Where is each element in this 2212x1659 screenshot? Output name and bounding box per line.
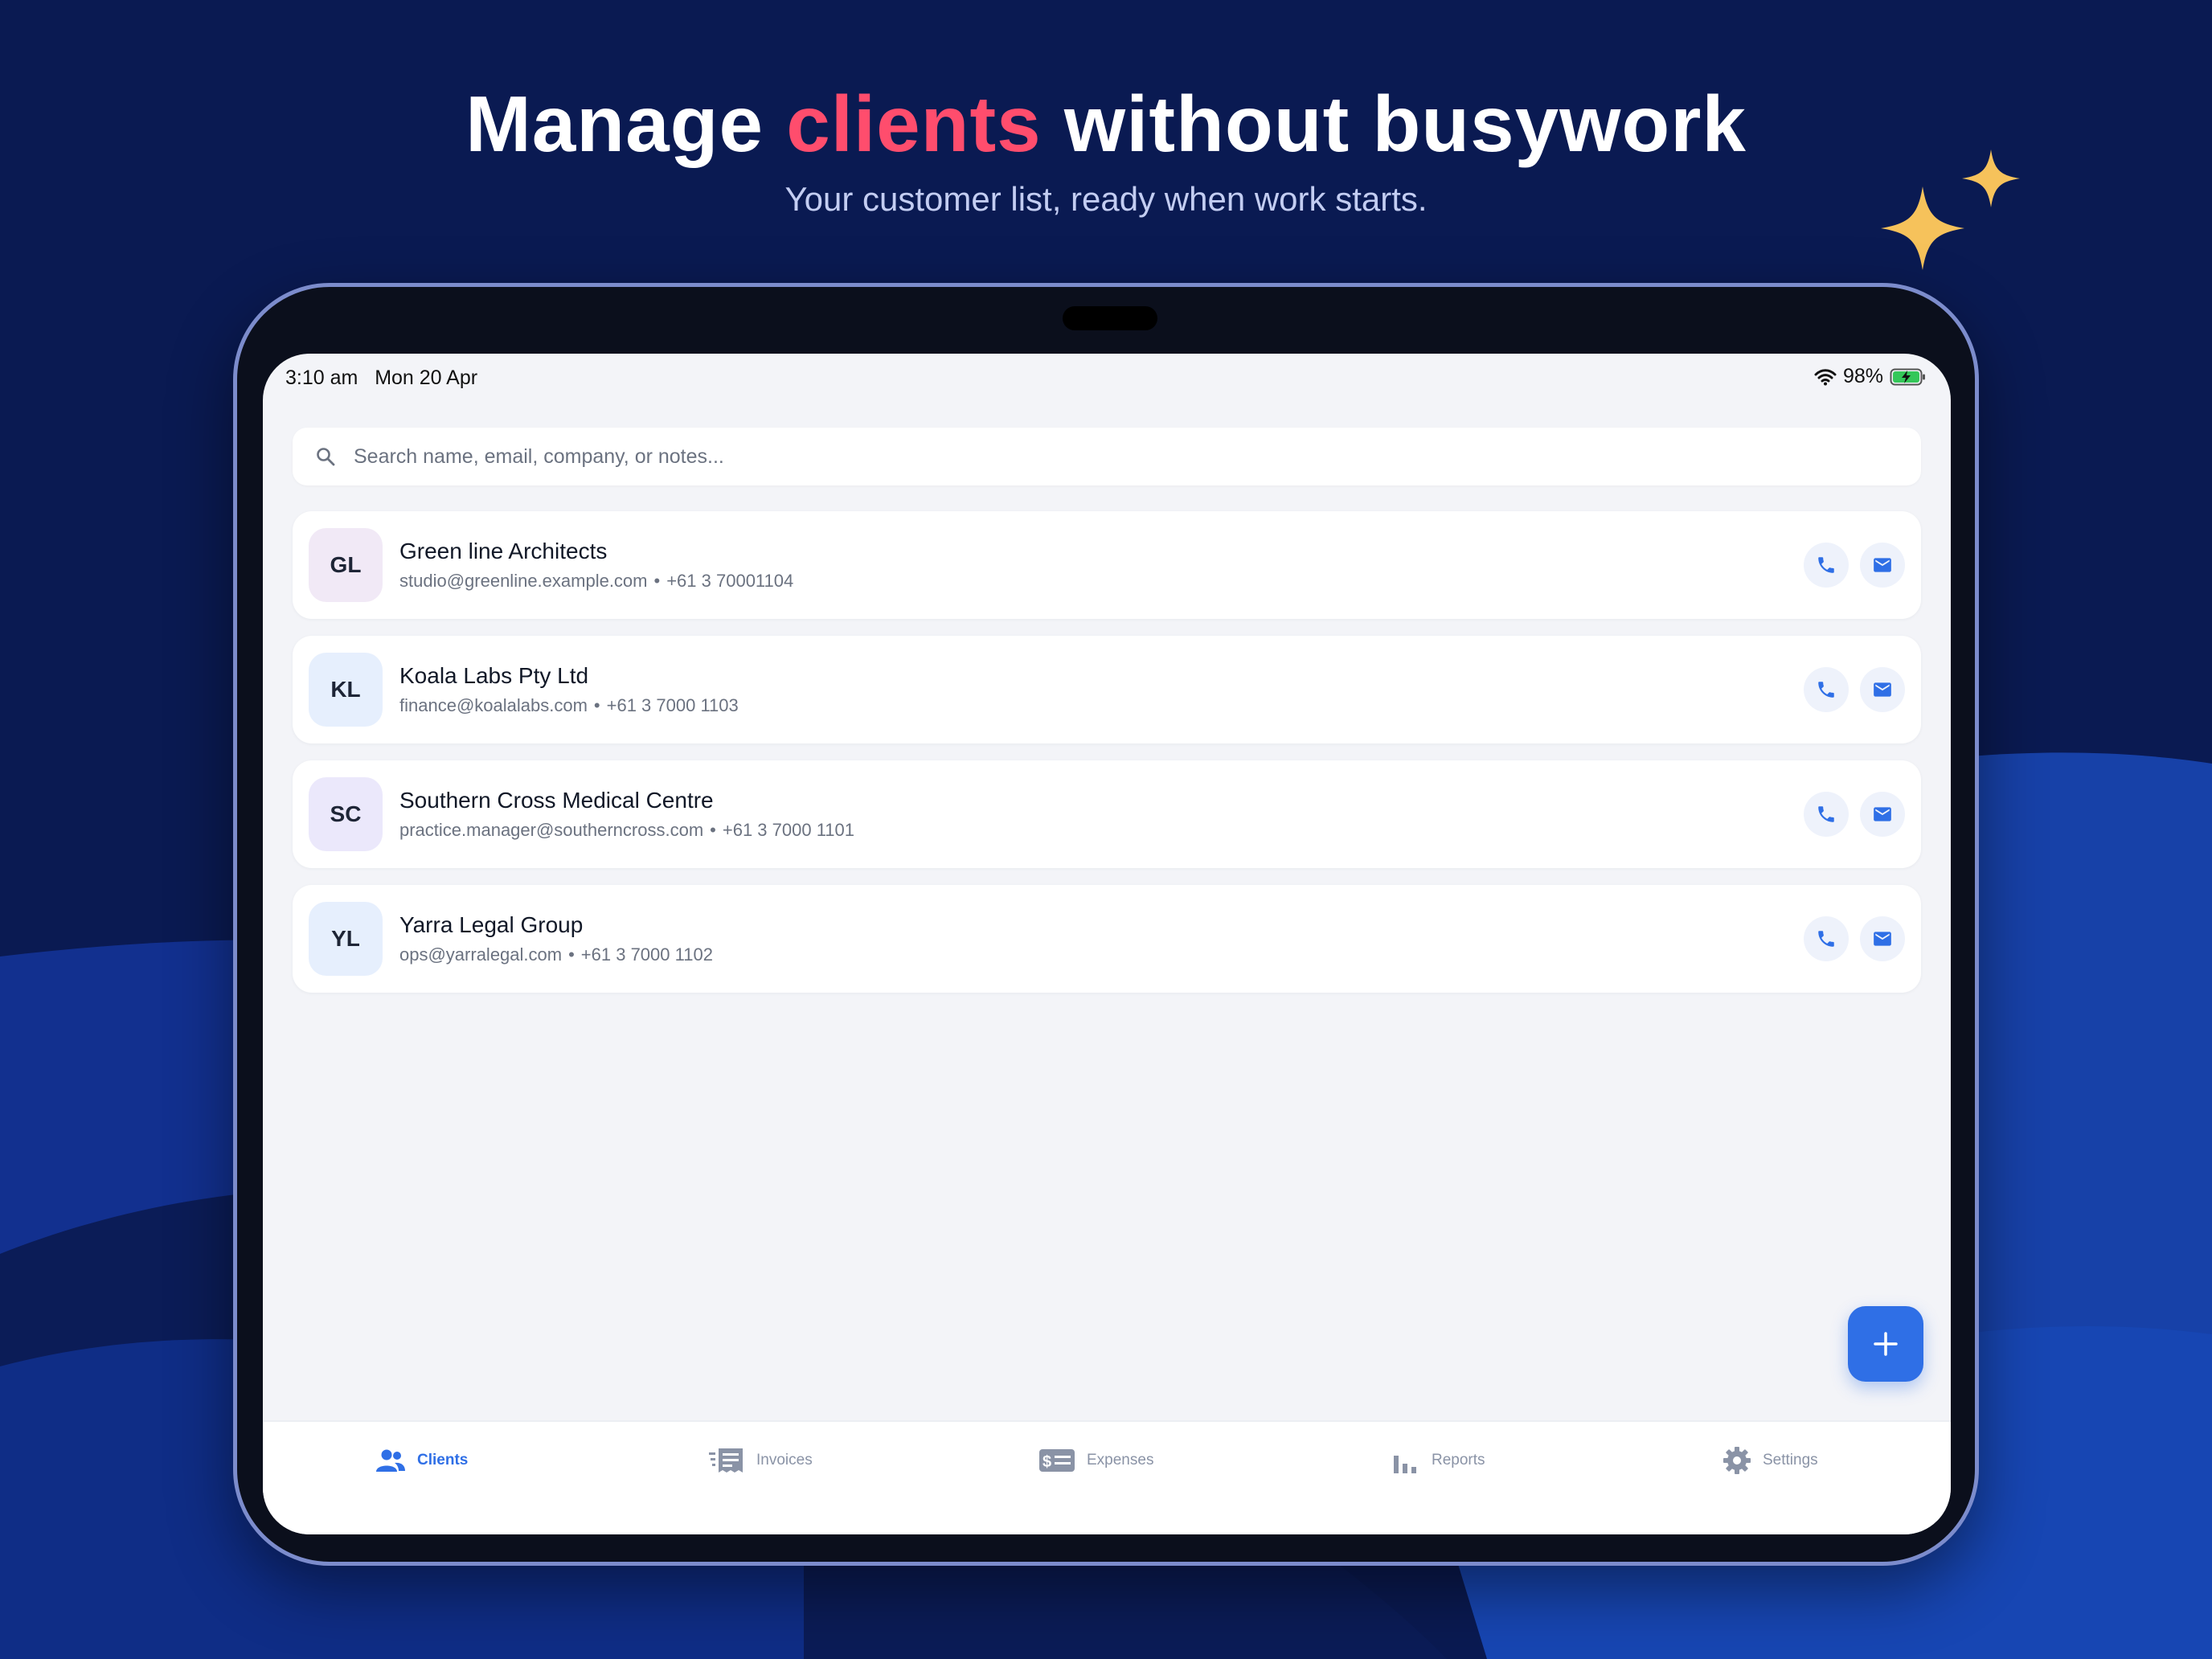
email-button[interactable] [1860,543,1905,588]
tab-expenses[interactable]: $ Expenses [1038,1444,1153,1477]
headline-part2: without busywork [1063,80,1747,168]
avatar: YL [309,902,383,976]
avatar: SC [309,777,383,851]
avatar: GL [309,528,383,602]
app-screen: 3:10 am Mon 20 Apr 98% Search name, emai… [263,354,1951,1534]
search-icon [317,448,335,466]
status-indicators: 98% [1814,365,1927,388]
tab-label: Settings [1763,1452,1818,1469]
separator: • [593,695,600,715]
search-input[interactable] [354,444,1921,469]
tab-reports[interactable]: Reports [1391,1444,1485,1477]
client-contact: ops@yarralegal.com • +61 3 7000 1102 [399,944,713,965]
email-button[interactable] [1860,792,1905,837]
tab-label: Clients [417,1452,469,1469]
headline-accent: clients [786,80,1042,168]
call-button[interactable] [1804,916,1849,961]
wifi-icon [1814,368,1837,385]
call-button[interactable] [1804,667,1849,712]
status-time: 3:10 am [285,367,358,389]
client-email: studio@greenline.example.com [399,571,648,591]
mail-icon [1874,682,1891,697]
client-contact: practice.manager@southerncross.com • +61 3… [399,820,854,841]
tab-settings[interactable]: Settings [1722,1444,1818,1477]
svg-text:$: $ [1043,1453,1051,1471]
client-email: finance@koalalabs.com [399,695,588,715]
call-button[interactable] [1804,792,1849,837]
tab-label: Expenses [1087,1452,1154,1469]
headline-part1: Manage [465,80,764,168]
mail-icon [1874,807,1891,821]
mail-icon [1874,932,1891,946]
battery-charging-icon [1890,368,1925,385]
people-icon [376,1449,405,1472]
client-card[interactable]: YL Yarra Legal Group ops@yarralegal.com •… [293,885,1921,993]
separator: • [710,820,716,840]
client-phone: +61 3 7000 1101 [722,820,855,840]
gear-icon [1723,1447,1751,1474]
client-contact: studio@greenline.example.com • +61 3 70001… [399,571,793,592]
status-bar: 3:10 am Mon 20 Apr 98% [263,354,1951,402]
client-email: ops@yarralegal.com [399,944,563,965]
phone-icon [1818,557,1834,573]
client-phone: +61 3 7000 1103 [606,695,739,715]
client-email: practice.manager@southerncross.com [399,820,704,840]
client-phone: +61 3 7000 1102 [580,944,713,965]
tab-label: Reports [1432,1452,1485,1469]
money-icon: $ [1039,1449,1075,1472]
bar-chart-icon [1394,1456,1416,1473]
client-phone: +61 3 70001104 [666,571,794,591]
client-name: Southern Cross Medical Centre [399,788,714,813]
client-name: Green line Architects [399,539,608,563]
call-button[interactable] [1804,543,1849,588]
mail-icon [1874,558,1891,572]
email-button[interactable] [1860,916,1905,961]
client-contact: finance@koalalabs.com • +61 3 7000 1103 [399,695,739,716]
camera-notch [1063,306,1157,330]
tab-clients[interactable]: Clients [375,1444,468,1477]
status-date: Mon 20 Apr [375,367,478,389]
tab-invoices[interactable]: Invoices [708,1444,813,1477]
client-name: Yarra Legal Group [399,912,584,937]
client-card[interactable]: KL Koala Labs Pty Ltd finance@koalalabs.… [293,636,1921,743]
email-button[interactable] [1860,667,1905,712]
separator: • [653,571,661,591]
client-name: Koala Labs Pty Ltd [399,663,589,688]
phone-icon [1818,931,1834,947]
separator: • [568,944,575,965]
tablet-frame: 3:10 am Mon 20 Apr 98% Search name, emai… [233,283,1979,1566]
phone-icon [1818,806,1834,822]
search-bar[interactable] [293,428,1921,485]
tab-label: Invoices [756,1452,813,1469]
add-client-button[interactable] [1848,1306,1923,1382]
avatar: KL [309,653,383,727]
phone-icon [1818,682,1834,698]
bottom-tab-bar: Clients Invoices $ Expenses Reports Sett… [263,1420,1951,1534]
sparkle-icon [1881,150,2020,270]
status-time-date: 3:10 am Mon 20 Apr [285,367,477,390]
client-card[interactable]: SC Southern Cross Medical Centre practic… [293,760,1921,868]
client-card[interactable]: GL Green line Architects studio@greenlin… [293,511,1921,619]
battery-percent: 98% [1842,365,1883,387]
receipt-icon [709,1448,743,1473]
plus-icon [1874,1332,1898,1356]
